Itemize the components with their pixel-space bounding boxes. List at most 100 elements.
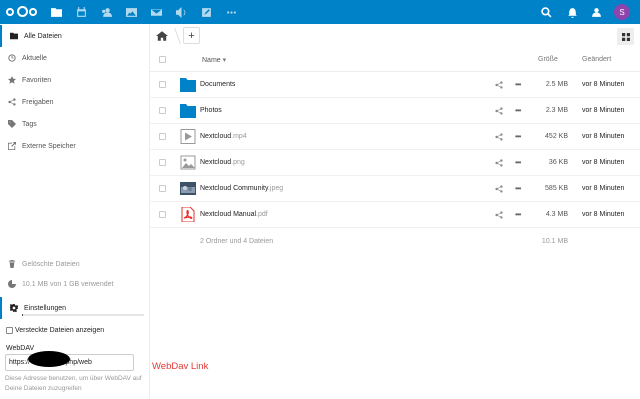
sidebar-item-label: Gelöschte Dateien [22, 260, 80, 268]
file-modified: vor 8 Minuten [582, 211, 625, 218]
sidebar-item-favorites[interactable]: Favoriten [0, 69, 150, 91]
files-icon[interactable] [50, 6, 62, 18]
file-summary: 2 Ordner und 4 Dateien 10.1 MB [150, 230, 640, 254]
show-hidden-files-row[interactable]: Versteckte Dateien anzeigen [6, 327, 104, 334]
file-name[interactable]: Nextcloud.mp4 [200, 133, 247, 140]
file-size: 4.3 MB [545, 211, 568, 218]
sort-caret-icon: ▾ [222, 57, 227, 64]
row-checkbox[interactable] [159, 81, 166, 88]
file-basename: Nextcloud [200, 133, 232, 140]
share-icon[interactable] [495, 211, 503, 219]
more-actions-icon[interactable]: ••• [515, 210, 521, 219]
home-icon[interactable] [155, 30, 169, 42]
sidebar-item-recent[interactable]: Aktuelle [0, 47, 150, 69]
file-size: 585 KB [545, 185, 568, 192]
share-icon[interactable] [495, 185, 503, 193]
contacts-menu-icon[interactable] [590, 6, 602, 18]
share-icon[interactable] [495, 133, 503, 141]
show-hidden-files-checkbox[interactable] [6, 327, 13, 334]
mail-icon[interactable] [150, 6, 162, 18]
row-checkbox[interactable] [159, 107, 166, 114]
photos-icon[interactable] [125, 6, 137, 18]
file-modified: vor 8 Minuten [582, 81, 625, 88]
view-toggle-button[interactable] [617, 28, 634, 45]
file-name[interactable]: Nextcloud Community.jpeg [200, 185, 283, 192]
sidebar-item-settings[interactable]: Einstellungen [0, 297, 150, 319]
more-actions-icon[interactable]: ••• [515, 132, 521, 141]
file-extension: .mp4 [231, 133, 247, 140]
show-hidden-files-label: Versteckte Dateien anzeigen [15, 327, 105, 334]
webdav-annotation: WebDav Link [152, 361, 209, 372]
breadcrumb-separator [167, 28, 181, 44]
calendar-icon[interactable] [75, 6, 87, 18]
file-size: 2.5 MB [545, 81, 568, 88]
audio-icon[interactable] [175, 6, 187, 18]
file-name[interactable]: Photos [200, 107, 222, 114]
file-extension: .png [231, 159, 245, 166]
add-new-button[interactable]: + [183, 27, 200, 44]
column-size[interactable]: Größe [538, 56, 558, 63]
star-icon [7, 75, 16, 84]
controls-bar: + [150, 24, 640, 48]
row-checkbox[interactable] [159, 133, 166, 140]
select-all-checkbox[interactable] [159, 56, 166, 63]
video-file-icon [180, 129, 196, 144]
file-size: 452 KB [545, 133, 568, 140]
folder-icon [180, 103, 196, 118]
file-basename: Nextcloud Manual [200, 211, 257, 218]
pdf-file-icon [180, 206, 196, 223]
table-row[interactable]: Documents ••• 2.5 MB vor 8 Minuten [150, 72, 640, 98]
sidebar-item-deleted-files[interactable]: Gelöschte Dateien [0, 253, 150, 275]
file-basename: Nextcloud Community [200, 185, 268, 192]
table-row[interactable]: Nextcloud.png ••• 36 KB vor 8 Minuten [150, 150, 640, 176]
row-checkbox[interactable] [159, 159, 166, 166]
more-actions-icon[interactable]: ••• [515, 106, 521, 115]
file-name[interactable]: Documents [200, 81, 235, 88]
table-row[interactable]: Nextcloud Community.jpeg ••• 585 KB vor 8 M… [150, 176, 640, 202]
nextcloud-logo-icon[interactable] [6, 4, 38, 20]
pie-chart-icon [7, 279, 16, 288]
sidebar-item-label: Externe Speicher [22, 142, 76, 150]
more-actions-icon[interactable]: ••• [515, 184, 521, 193]
row-checkbox[interactable] [159, 185, 166, 192]
top-bar: S [0, 0, 640, 24]
column-name[interactable]: Name ▾ [202, 56, 226, 64]
image-file-icon [180, 155, 196, 170]
more-actions-icon[interactable]: ••• [515, 158, 521, 167]
summary-size: 10.1 MB [541, 238, 568, 245]
grid-view-icon [621, 32, 630, 41]
folder-icon [180, 77, 196, 92]
sidebar-item-all-files[interactable]: Alle Dateien [0, 25, 150, 47]
file-basename: Photos [200, 107, 222, 114]
table-row[interactable]: Photos ••• 2.3 MB vor 8 Minuten [150, 98, 640, 124]
file-extension: .jpeg [267, 185, 284, 192]
file-name[interactable]: Nextcloud.png [200, 159, 245, 166]
column-modified[interactable]: Geändert [582, 56, 611, 63]
notifications-icon[interactable] [566, 6, 578, 18]
search-icon[interactable] [540, 6, 552, 18]
share-icon[interactable] [495, 107, 503, 115]
avatar[interactable]: S [614, 4, 630, 20]
sidebar-item-tags[interactable]: Tags [0, 113, 150, 135]
notes-icon[interactable] [200, 6, 212, 18]
file-table-header: Name ▾ Größe Geändert [150, 48, 640, 72]
more-actions-icon[interactable]: ••• [515, 80, 521, 89]
more-apps-icon[interactable] [225, 6, 237, 18]
share-icon [7, 97, 16, 106]
share-icon[interactable] [495, 159, 503, 167]
table-row[interactable]: Nextcloud Manual.pdf ••• 4.3 MB vor 8 Minut… [150, 202, 640, 228]
sidebar-item-label: Favoriten [22, 76, 52, 84]
table-row[interactable]: Nextcloud.mp4 ••• 452 KB vor 8 Minuten [150, 124, 640, 150]
file-name[interactable]: Nextcloud Manual.pdf [200, 211, 268, 218]
file-modified: vor 8 Minuten [582, 159, 625, 166]
gear-icon [9, 303, 18, 312]
sidebar-item-external-storage[interactable]: Externe Speicher [0, 135, 150, 157]
sidebar-item-label: Tags [22, 120, 37, 128]
file-modified: vor 8 Minuten [582, 185, 625, 192]
contacts-icon[interactable] [100, 6, 112, 18]
row-checkbox[interactable] [159, 211, 166, 218]
sidebar-item-shares[interactable]: Freigaben [0, 91, 150, 113]
quota-info: 10.1 MB von 1 GB verwendet [0, 273, 150, 295]
share-icon[interactable] [495, 81, 503, 89]
tag-icon [7, 119, 16, 128]
